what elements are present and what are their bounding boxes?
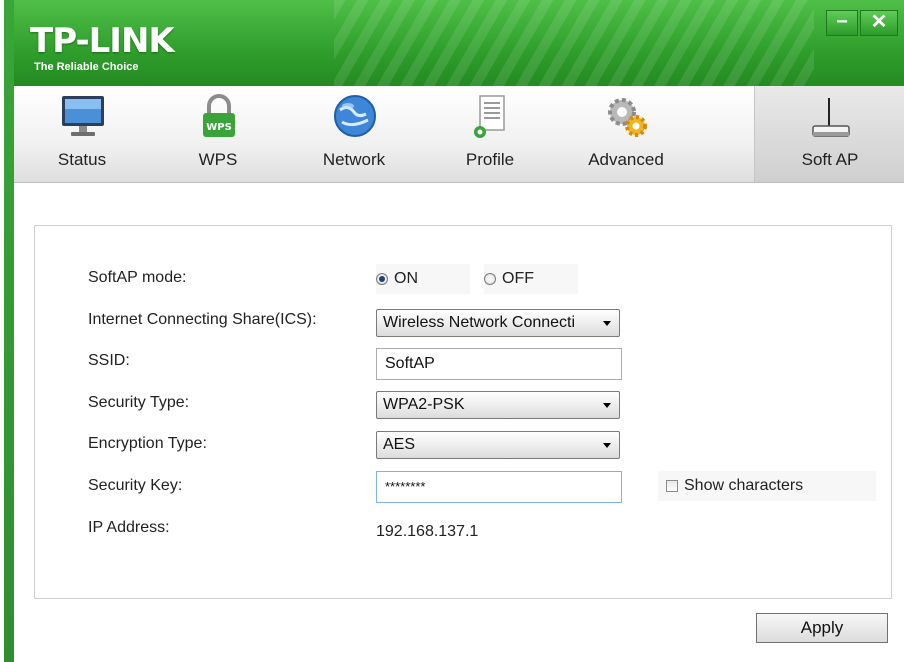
document-gear-icon bbox=[474, 95, 505, 138]
router-icon bbox=[812, 98, 850, 137]
title-bar[interactable]: TP-LINK The Reliable Choice − ✕ bbox=[4, 0, 904, 86]
tp-link-logo: TP-LINK bbox=[30, 21, 175, 61]
ssid-label: SSID: bbox=[88, 352, 130, 369]
softap-mode-off-option[interactable]: OFF bbox=[484, 264, 578, 294]
apply-button[interactable]: Apply bbox=[756, 613, 888, 643]
close-button[interactable]: ✕ bbox=[860, 10, 898, 36]
ip-address-label: IP Address: bbox=[88, 519, 170, 536]
tab-advanced-label: Advanced bbox=[588, 150, 664, 169]
title-bar-decoration bbox=[334, 0, 814, 86]
tab-network-label: Network bbox=[322, 150, 386, 169]
chevron-down-icon bbox=[603, 443, 611, 448]
tab-wps[interactable]: WPS WPS bbox=[150, 86, 286, 182]
show-characters-option[interactable]: Show characters bbox=[658, 471, 876, 501]
tab-soft-ap-label: Soft AP bbox=[801, 150, 859, 169]
svg-text:WPS: WPS bbox=[206, 122, 232, 133]
softap-settings-panel: SoftAP mode: ON OFF Internet Connecting … bbox=[34, 225, 892, 599]
encryption-type-label: Encryption Type: bbox=[88, 435, 207, 452]
ssid-input[interactable]: SoftAP bbox=[376, 348, 622, 380]
tab-advanced[interactable]: Advanced bbox=[558, 86, 694, 182]
window-left-border bbox=[4, 0, 14, 662]
softap-mode-on-option[interactable]: ON bbox=[376, 264, 470, 294]
tab-profile-label: Profile bbox=[465, 150, 515, 169]
encryption-type-value: AES bbox=[383, 436, 416, 453]
tab-status[interactable]: Status bbox=[14, 86, 150, 182]
security-type-select[interactable]: WPA2-PSK bbox=[376, 391, 620, 419]
softap-off-label: OFF bbox=[502, 270, 534, 287]
security-key-input[interactable]: ******** bbox=[376, 471, 622, 503]
tab-wps-label: WPS bbox=[198, 150, 238, 169]
softap-on-label: ON bbox=[394, 270, 418, 287]
tab-network[interactable]: Network bbox=[286, 86, 422, 182]
main-nav-bar: Status WPS WPS Network Profile Advanced … bbox=[14, 86, 904, 183]
wps-lock-icon: WPS bbox=[203, 94, 235, 137]
ics-select-value: Wireless Network Connecti bbox=[383, 314, 576, 331]
softap-off-radio[interactable] bbox=[484, 273, 496, 285]
logo-tagline: The Reliable Choice bbox=[34, 61, 139, 73]
security-key-label: Security Key: bbox=[88, 477, 183, 494]
content-area: SoftAP mode: ON OFF Internet Connecting … bbox=[14, 183, 904, 662]
ics-label: Internet Connecting Share(ICS): bbox=[88, 311, 317, 328]
app-window: TP-LINK The Reliable Choice − ✕ Status W… bbox=[4, 0, 904, 662]
monitor-icon bbox=[62, 96, 104, 136]
tab-status-label: Status bbox=[57, 150, 107, 169]
security-type-label: Security Type: bbox=[88, 394, 190, 411]
show-characters-checkbox[interactable] bbox=[666, 480, 678, 492]
gears-icon bbox=[608, 98, 647, 137]
chevron-down-icon bbox=[603, 321, 611, 326]
minimize-button[interactable]: − bbox=[826, 10, 858, 36]
security-type-value: WPA2-PSK bbox=[383, 396, 465, 413]
tab-profile[interactable]: Profile bbox=[422, 86, 558, 182]
softap-on-radio[interactable] bbox=[376, 273, 388, 285]
encryption-type-select[interactable]: AES bbox=[376, 431, 620, 459]
softap-mode-label: SoftAP mode: bbox=[88, 269, 187, 286]
ics-select[interactable]: Wireless Network Connecti bbox=[376, 309, 620, 337]
tab-soft-ap[interactable]: Soft AP bbox=[754, 86, 904, 182]
show-characters-label: Show characters bbox=[684, 477, 804, 494]
ip-address-value: 192.168.137.1 bbox=[376, 523, 479, 540]
globe-icon bbox=[334, 95, 376, 137]
chevron-down-icon bbox=[603, 403, 611, 408]
